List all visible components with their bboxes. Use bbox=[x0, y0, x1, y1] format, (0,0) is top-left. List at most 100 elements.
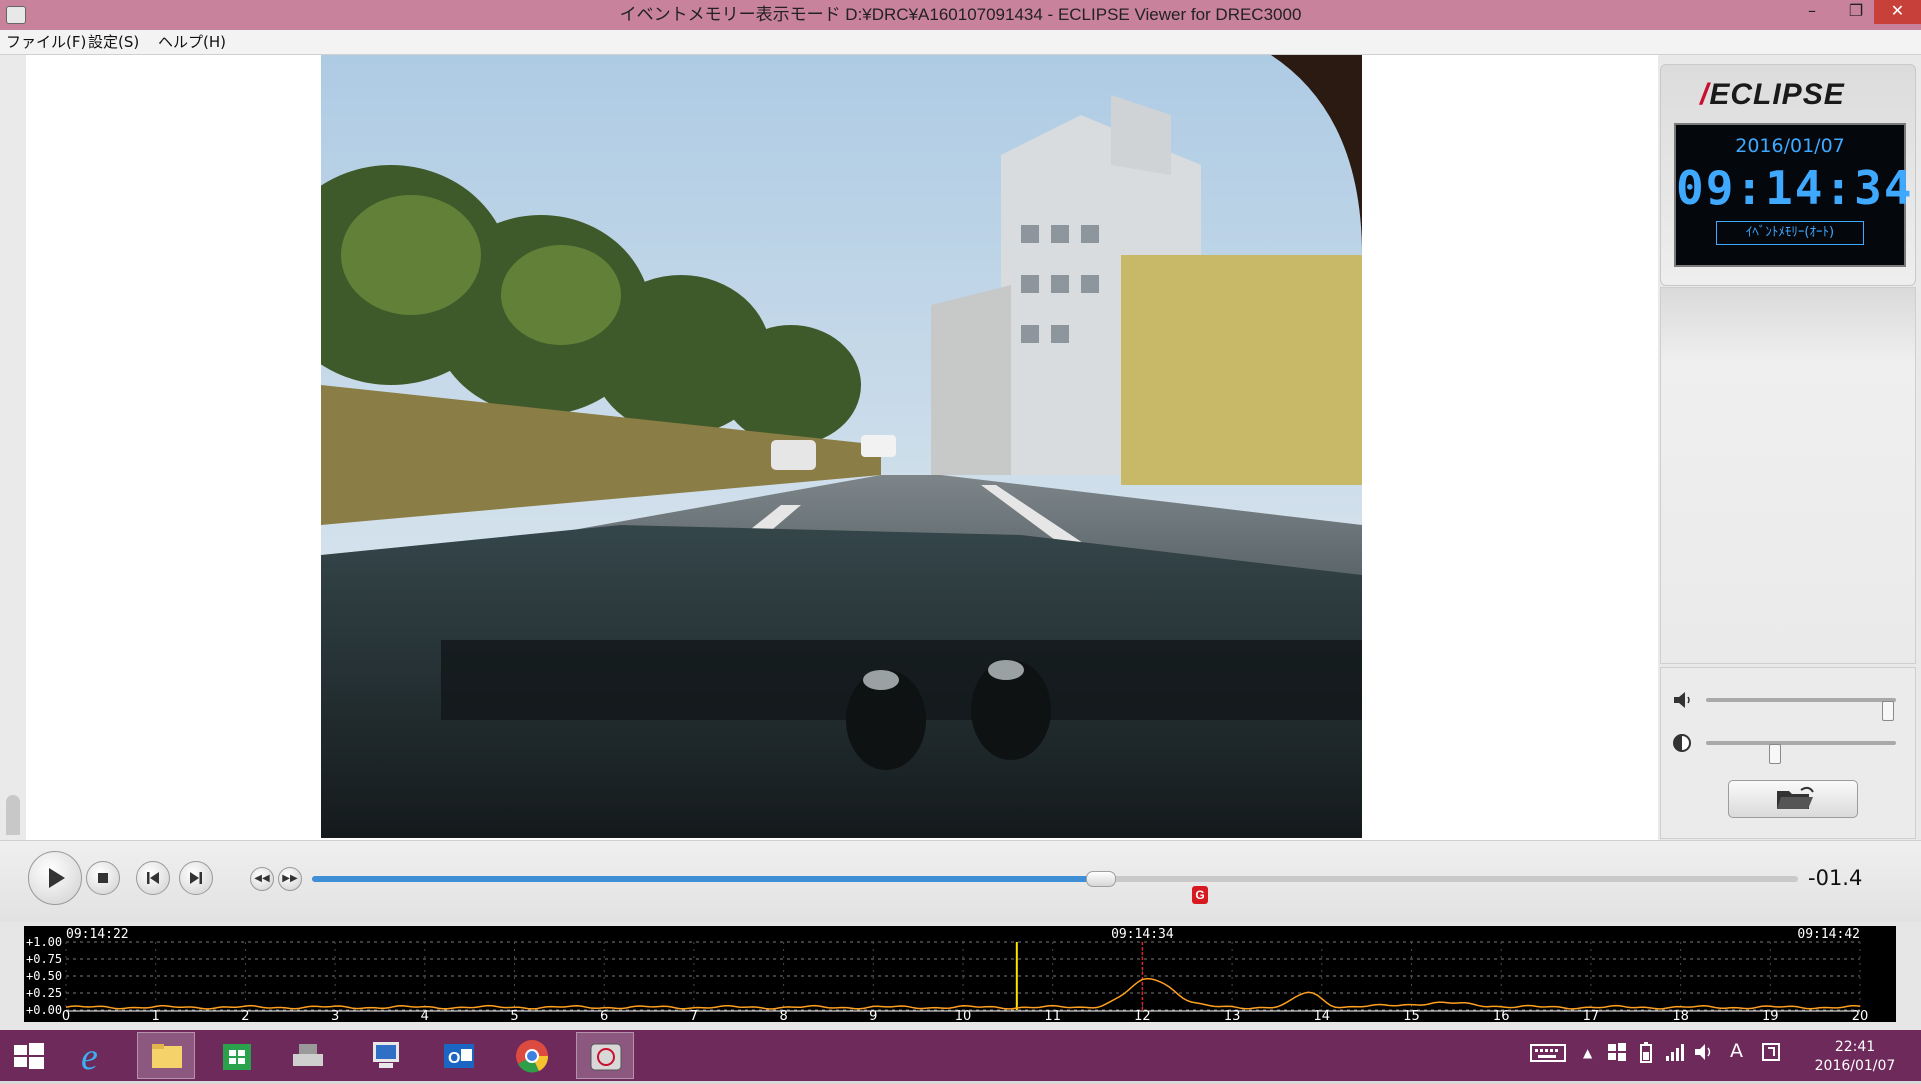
rewind-button[interactable]: ◀◀ bbox=[250, 867, 274, 891]
close-button[interactable]: ✕ bbox=[1874, 0, 1921, 24]
battery-icon[interactable] bbox=[1638, 1042, 1654, 1069]
logo-text: ECLIPSE bbox=[1709, 78, 1845, 111]
windows-start-icon[interactable] bbox=[0, 1032, 58, 1079]
svg-text:O: O bbox=[448, 1050, 460, 1067]
rewind-icon: ◀◀ bbox=[254, 873, 270, 884]
fast-forward-icon: ▶▶ bbox=[282, 873, 298, 884]
tray-expand-icon[interactable]: ▲ bbox=[1583, 1046, 1592, 1060]
recording-date: 2016/01/07 bbox=[1735, 135, 1845, 157]
mode-badge: ｲﾍﾞﾝﾄﾒﾓﾘｰ(ｵｰﾄ) bbox=[1716, 221, 1864, 245]
stop-button[interactable] bbox=[86, 861, 120, 895]
y-tick-label: +0.25 bbox=[26, 986, 62, 1000]
skip-forward-icon bbox=[190, 872, 202, 884]
x-tick-label: 18 bbox=[1672, 1009, 1689, 1022]
x-tick-label: 0 bbox=[62, 1009, 70, 1022]
folder-icon bbox=[1777, 786, 1814, 809]
y-tick-label: +0.75 bbox=[26, 952, 62, 966]
x-tick-label: 5 bbox=[510, 1009, 518, 1022]
volume-tray-icon[interactable] bbox=[1693, 1042, 1715, 1067]
seek-bar[interactable] bbox=[312, 871, 1798, 887]
taskbar: e O ▲ A bbox=[0, 1030, 1921, 1081]
open-folder-button[interactable] bbox=[1728, 780, 1858, 818]
x-tick-label: 2 bbox=[241, 1009, 249, 1022]
y-tick-label: +0.50 bbox=[26, 969, 62, 983]
x-tick-label: 6 bbox=[600, 1009, 608, 1022]
logo-swoosh-icon: / bbox=[1700, 78, 1710, 111]
maximize-button[interactable]: ❐ bbox=[1834, 0, 1878, 24]
play-button[interactable] bbox=[28, 851, 82, 905]
y-tick-label: +1.00 bbox=[26, 935, 62, 949]
volume-slider-thumb[interactable] bbox=[1882, 701, 1894, 721]
title-bar: イベントメモリー表示モード D:¥DRC¥A160107091434 - ECL… bbox=[0, 0, 1921, 30]
recording-clock: 2016/01/07 09:14:34 ｲﾍﾞﾝﾄﾒﾓﾘｰ(ｵｰﾄ) bbox=[1674, 123, 1914, 267]
store-icon[interactable] bbox=[208, 1032, 266, 1079]
seek-thumb[interactable] bbox=[1086, 871, 1116, 887]
windows-flag-icon[interactable] bbox=[1607, 1042, 1627, 1067]
x-tick-label: 14 bbox=[1314, 1009, 1331, 1022]
minimize-button[interactable]: – bbox=[1790, 0, 1834, 24]
video-frame[interactable] bbox=[321, 55, 1362, 838]
g-event-marker[interactable]: G bbox=[1192, 886, 1208, 904]
scanner-icon[interactable] bbox=[279, 1032, 337, 1079]
brightness-track[interactable] bbox=[1706, 741, 1896, 764]
x-tick-label: 8 bbox=[779, 1009, 787, 1022]
chrome-icon[interactable] bbox=[503, 1032, 561, 1079]
time-offset: -01.4 bbox=[1808, 866, 1863, 890]
x-tick-label: 16 bbox=[1493, 1009, 1510, 1022]
x-tick-label: 4 bbox=[421, 1009, 429, 1022]
system-clock[interactable]: 22:41 2016/01/07 bbox=[1800, 1038, 1910, 1076]
svg-text:e: e bbox=[81, 1036, 98, 1078]
system-date: 2016/01/07 bbox=[1814, 1058, 1896, 1074]
ime-indicator[interactable]: A bbox=[1730, 1040, 1743, 1062]
recording-time: 09:14:34 bbox=[1676, 161, 1914, 215]
brightness-slider-thumb[interactable] bbox=[1769, 744, 1781, 764]
time-label-right: 09:14:42 bbox=[1797, 927, 1860, 942]
x-tick-label: 19 bbox=[1762, 1009, 1779, 1022]
menu-file[interactable]: ファイル(F) bbox=[6, 30, 86, 54]
x-tick-label: 7 bbox=[690, 1009, 698, 1022]
time-label-center: 09:14:34 bbox=[1111, 927, 1174, 942]
x-tick-label: 17 bbox=[1583, 1009, 1600, 1022]
seek-progress bbox=[312, 876, 1100, 882]
x-tick-label: 20 bbox=[1852, 1009, 1869, 1022]
dashcam-video-image bbox=[321, 55, 1362, 838]
eclipse-logo: /ECLIPSE bbox=[1700, 78, 1880, 116]
menu-settings[interactable]: 設定(S) bbox=[88, 30, 139, 54]
panel-blank-area bbox=[1660, 287, 1916, 664]
x-tick-label: 10 bbox=[955, 1009, 972, 1022]
left-gutter bbox=[0, 55, 27, 840]
outlook-icon[interactable]: O bbox=[430, 1032, 488, 1079]
file-explorer-icon[interactable] bbox=[137, 1032, 195, 1079]
stop-icon bbox=[98, 873, 108, 883]
signal-icon[interactable] bbox=[1665, 1042, 1685, 1067]
window-title: イベントメモリー表示モード D:¥DRC¥A160107091434 - ECL… bbox=[619, 5, 1302, 24]
x-tick-label: 1 bbox=[152, 1009, 160, 1022]
skip-back-icon bbox=[147, 872, 159, 884]
system-time: 22:41 bbox=[1834, 1039, 1876, 1055]
speaker-icon bbox=[1672, 690, 1694, 710]
play-icon bbox=[49, 868, 65, 888]
x-tick-label: 9 bbox=[869, 1009, 877, 1022]
menu-help[interactable]: ヘルプ(H) bbox=[158, 30, 226, 54]
network-app-icon[interactable] bbox=[357, 1032, 415, 1079]
fast-forward-button[interactable]: ▶▶ bbox=[278, 867, 302, 891]
volume-track[interactable] bbox=[1706, 698, 1896, 721]
x-tick-label: 11 bbox=[1044, 1009, 1061, 1022]
eclipse-viewer-icon[interactable] bbox=[576, 1032, 634, 1079]
g-sensor-graph[interactable]: +1.00 +0.75 +0.50 +0.25 +0.00 0 1 2 3 4 5 6 7 8 9 10 11 1… bbox=[24, 926, 1896, 1024]
keyboard-icon[interactable] bbox=[1530, 1042, 1568, 1069]
acceleration-series bbox=[65, 977, 1861, 1010]
previous-button[interactable] bbox=[136, 861, 170, 895]
x-tick-label: 3 bbox=[331, 1009, 339, 1022]
brightness-icon bbox=[1672, 733, 1694, 753]
ime-pad-icon[interactable] bbox=[1762, 1042, 1780, 1067]
menu-bar: ファイル(F) 設定(S) ヘルプ(H) bbox=[0, 30, 1921, 55]
x-tick-label: 13 bbox=[1224, 1009, 1241, 1022]
resize-grip[interactable] bbox=[6, 795, 20, 835]
time-label-left: 09:14:22 bbox=[66, 927, 129, 942]
x-tick-label: 12 bbox=[1134, 1009, 1151, 1022]
x-tick-label: 15 bbox=[1403, 1009, 1420, 1022]
g-sensor-plot: +1.00+0.75+0.50+0.25+0.00 0 1 2 3 4 5 6 7 8 9 10 11 1… bbox=[26, 927, 1869, 1024]
internet-explorer-icon[interactable]: e bbox=[66, 1032, 124, 1079]
next-button[interactable] bbox=[179, 861, 213, 895]
